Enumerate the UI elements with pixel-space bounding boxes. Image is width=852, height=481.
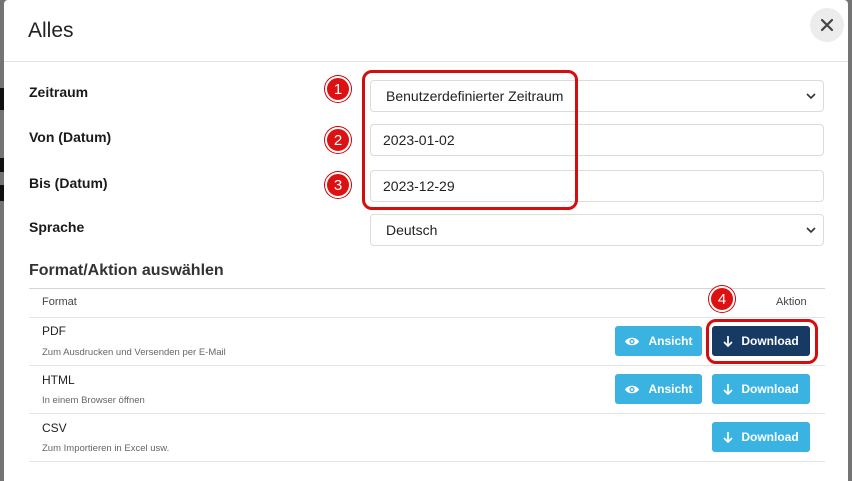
- pdf-view-label: Ansicht: [648, 334, 693, 348]
- row-format-name: PDF: [42, 324, 66, 338]
- modal-title: Alles: [28, 19, 74, 42]
- section-title: Format/Aktion auswählen: [29, 262, 224, 279]
- csv-download-label: Download: [741, 430, 799, 444]
- table-divider: [29, 413, 825, 414]
- to-date-label: Bis (Datum): [29, 175, 108, 191]
- table-divider: [29, 317, 825, 318]
- eye-icon: [625, 385, 640, 393]
- annotation-highlight-fields: [362, 70, 578, 210]
- table-divider: [29, 365, 825, 366]
- row-format-name: CSV: [42, 421, 67, 435]
- row-format-description: Zum Importieren in Excel usw.: [42, 443, 170, 454]
- modal-header: Alles: [4, 0, 848, 62]
- annotation-marker-3: 3: [325, 172, 351, 198]
- export-modal: Alles Zeitraum Benutzerdefinierter Zeitr…: [4, 0, 848, 481]
- column-header-format: Format: [42, 296, 77, 308]
- from-date-label: Von (Datum): [29, 129, 112, 145]
- html-view-button[interactable]: Ansicht: [615, 374, 702, 404]
- annotation-highlight-download: [706, 319, 818, 364]
- language-selected-value: Deutsch: [386, 222, 438, 238]
- period-label: Zeitraum: [29, 84, 89, 100]
- annotation-marker-4: 4: [709, 286, 735, 312]
- chevron-down-icon: [806, 93, 816, 100]
- row-format-name: HTML: [42, 373, 75, 387]
- close-button[interactable]: [810, 8, 844, 42]
- row-format-description: Zum Ausdrucken und Versenden per E-Mail: [42, 347, 226, 358]
- row-format-description: In einem Browser öffnen: [42, 395, 145, 406]
- chevron-down-icon: [806, 227, 816, 234]
- pdf-view-button[interactable]: Ansicht: [615, 326, 702, 356]
- language-select[interactable]: Deutsch: [370, 214, 824, 246]
- html-download-button[interactable]: Download: [712, 374, 810, 404]
- table-divider: [29, 461, 825, 462]
- table-divider: [29, 288, 825, 289]
- html-download-label: Download: [741, 382, 799, 396]
- close-icon: [820, 18, 834, 32]
- html-view-label: Ansicht: [648, 382, 693, 396]
- column-header-action: Aktion: [776, 296, 807, 308]
- eye-icon: [625, 337, 640, 345]
- arrow-down-icon: [723, 384, 733, 395]
- annotation-marker-2: 2: [325, 127, 351, 153]
- csv-download-button[interactable]: Download: [712, 422, 810, 452]
- arrow-down-icon: [723, 432, 733, 443]
- annotation-marker-1: 1: [325, 76, 351, 102]
- language-label: Sprache: [29, 219, 85, 235]
